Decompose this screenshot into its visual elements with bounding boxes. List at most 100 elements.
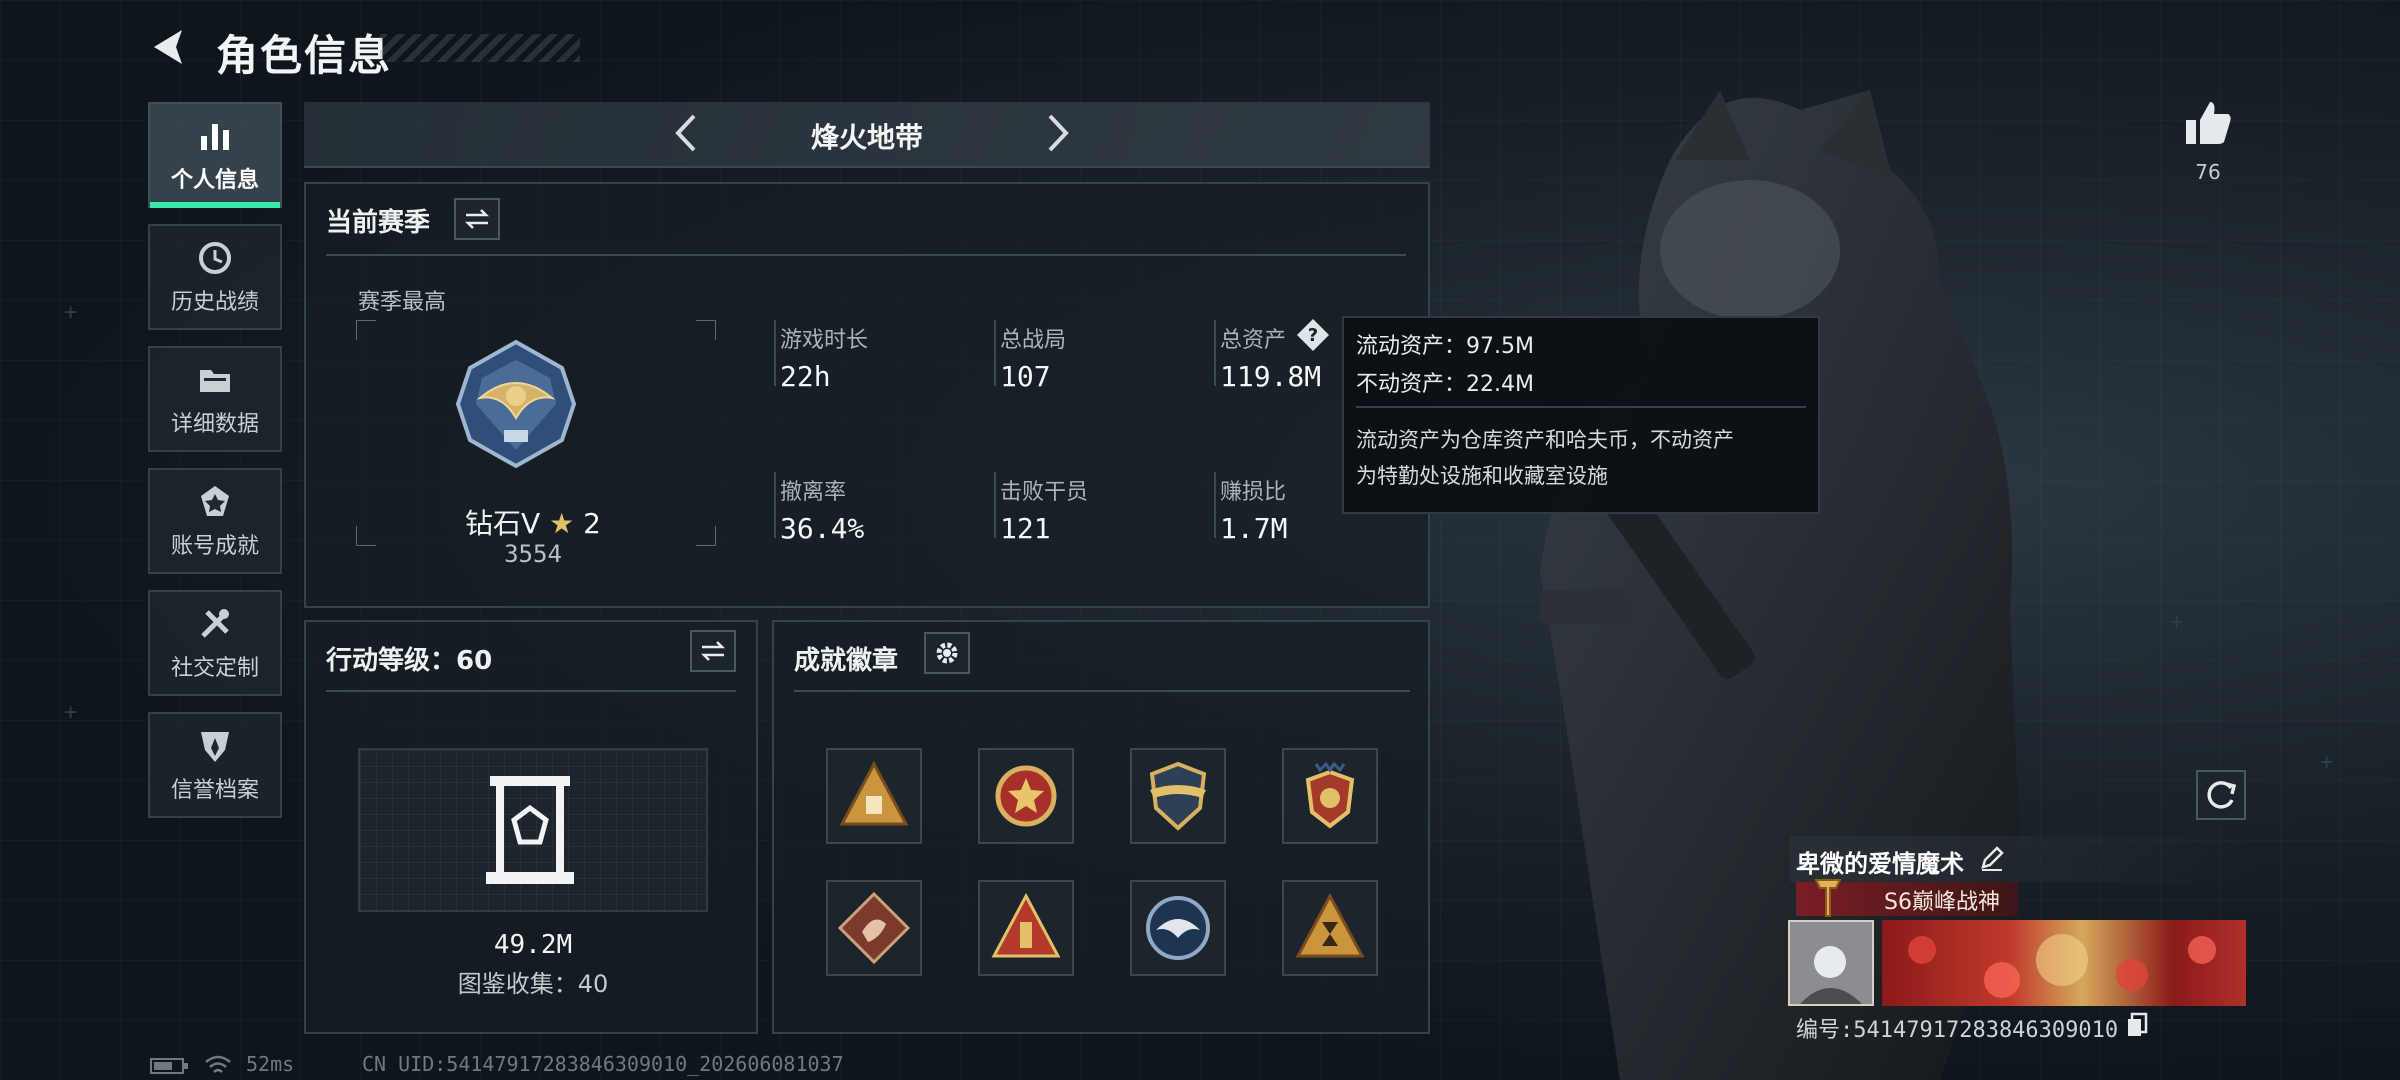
folder-icon (200, 370, 230, 392)
action-level-title: 行动等级：60 (326, 646, 493, 676)
collection-value: 49.2M (493, 930, 573, 960)
nav-label: 详细数据 (170, 412, 259, 437)
decor-cross: + (2170, 610, 2184, 635)
diamond-rank-emblem-icon (455, 339, 577, 469)
stat-value-profit-loss-ratio: 1.7M (1220, 512, 1288, 545)
triangle-tower-icon (991, 892, 1061, 958)
divider (326, 690, 736, 692)
badge-settings-button[interactable] (924, 632, 970, 674)
battery-icon (150, 1058, 188, 1074)
collection-display[interactable] (358, 748, 708, 912)
refresh-icon (2207, 781, 2237, 809)
stat-label-operators-defeated: 击败干员 (1000, 480, 1089, 505)
achievement-badge[interactable] (1130, 880, 1226, 976)
stat-tick (1214, 320, 1216, 386)
switch-season-button[interactable] (454, 198, 500, 240)
achievement-badge[interactable] (978, 748, 1074, 844)
rank-star-icon: ★ (549, 507, 575, 540)
stat-label-total-assets: 总资产 (1220, 328, 1287, 353)
history-clock-icon (199, 242, 231, 274)
uid-text: CN UID:54147917283846309010_202606081037 (362, 1052, 844, 1076)
swap-icon (700, 641, 726, 661)
tooltip-fixed-assets: 不动资产：22.4M (1356, 372, 1534, 397)
svg-text:?: ? (1308, 325, 1318, 346)
stat-value-playtime: 22h (780, 360, 831, 393)
triangle-badge-icon (839, 760, 909, 826)
stat-tick (774, 320, 776, 386)
stat-value-total-matches: 107 (1000, 360, 1051, 393)
refresh-button[interactable] (2196, 770, 2246, 820)
achievement-badge[interactable] (1130, 748, 1226, 844)
stat-label-extraction-rate: 撤离率 (780, 480, 847, 505)
shield-wing-icon (1149, 761, 1207, 831)
player-name: 卑微的爱情魔术 (1796, 850, 1964, 878)
edit-pencil-icon[interactable] (1978, 844, 2006, 872)
rank-stars: 2 (583, 507, 601, 540)
achievement-badge[interactable] (826, 748, 922, 844)
star-medal-icon (995, 765, 1057, 827)
copy-icon[interactable] (2126, 1012, 2148, 1038)
wifi-icon (205, 1055, 231, 1073)
decor-cross: + (2320, 750, 2334, 775)
hourglass-triangle-icon (1295, 892, 1365, 958)
side-nav: 个人信息 历史战绩 详细数据 账号成就 社交定制 信誉档案 (148, 102, 284, 834)
achievement-badge[interactable] (978, 880, 1074, 976)
dragon-diamond-icon (837, 891, 911, 965)
shield-badge-icon (201, 732, 229, 762)
title-decoration (380, 34, 580, 62)
swap-icon (464, 209, 490, 229)
profile-banner[interactable] (1882, 920, 2246, 1006)
back-button[interactable] (146, 24, 192, 70)
action-level-panel: 行动等级：60 49.2M 图鉴收集：40 (304, 620, 758, 1034)
divider (326, 254, 1406, 256)
tooltip-description-line2: 为特勤处设施和收藏室设施 (1356, 464, 1608, 488)
mode-title: 烽火地带 (810, 121, 923, 154)
page-title: 角色信息 (216, 31, 393, 80)
nav-item-detailed-data[interactable]: 详细数据 (148, 346, 282, 452)
decor-cross: + (64, 300, 78, 325)
rank-score: 3554 (504, 540, 562, 568)
next-mode-button[interactable] (1034, 110, 1080, 156)
nav-label: 历史战绩 (170, 290, 259, 315)
stat-value-total-assets: 119.8M (1220, 360, 1322, 393)
stat-tick (1214, 472, 1216, 538)
switch-action-level-button[interactable] (690, 630, 736, 672)
gear-icon (936, 642, 958, 664)
achievement-medal-icon (201, 486, 229, 516)
achievement-badge[interactable] (1282, 748, 1378, 844)
achievement-badges-panel: 成就徽章 (772, 620, 1430, 1034)
collection-showcase-icon (486, 776, 574, 884)
nav-item-social[interactable]: 社交定制 (148, 590, 282, 696)
decor-cross: + (64, 700, 78, 725)
achievement-badge[interactable] (826, 880, 922, 976)
season-panel-title: 当前赛季 (326, 208, 431, 238)
bar-chart-icon (201, 124, 229, 150)
stat-label-playtime: 游戏时长 (780, 328, 869, 353)
nav-label: 个人信息 (170, 168, 259, 193)
title-rank-emblem-icon (1814, 879, 1842, 917)
avatar[interactable] (1788, 920, 1874, 1006)
badges-title: 成就徽章 (794, 646, 899, 676)
stat-tick (994, 320, 996, 386)
total-assets-tooltip: 流动资产：97.5M 不动资产：22.4M 流动资产为仓库资产和哈夫币，不动资产… (1342, 316, 1820, 514)
collection-count: 图鉴收集：40 (457, 970, 609, 998)
ping-value: 52ms (246, 1052, 295, 1076)
nav-item-history[interactable]: 历史战绩 (148, 224, 282, 330)
achievement-badge[interactable] (1282, 880, 1378, 976)
nav-item-reputation[interactable]: 信誉档案 (148, 712, 282, 818)
eagle-crest-icon (1305, 761, 1355, 829)
mode-selector: 烽火地带 (304, 102, 1430, 168)
nav-label: 信誉档案 (170, 778, 259, 803)
stat-label-profit-loss-ratio: 赚损比 (1220, 480, 1287, 505)
thumbs-up-icon[interactable] (2180, 96, 2236, 152)
rank-name: 钻石V (465, 507, 541, 540)
avatar-image (1790, 922, 1872, 1004)
tools-icon (201, 609, 229, 638)
divider (794, 690, 1410, 692)
stat-label-total-matches: 总战局 (1000, 328, 1067, 353)
player-title: S6巅峰战神 (1884, 890, 2000, 915)
nav-item-achievements[interactable]: 账号成就 (148, 468, 282, 574)
current-season-panel: 当前赛季 赛季最高 钻石V ★ 2 3554 游戏时长 22h 总战局 107 … (304, 182, 1430, 608)
nav-item-personal-info[interactable]: 个人信息 (148, 102, 282, 208)
help-icon[interactable]: ? (1296, 318, 1330, 352)
